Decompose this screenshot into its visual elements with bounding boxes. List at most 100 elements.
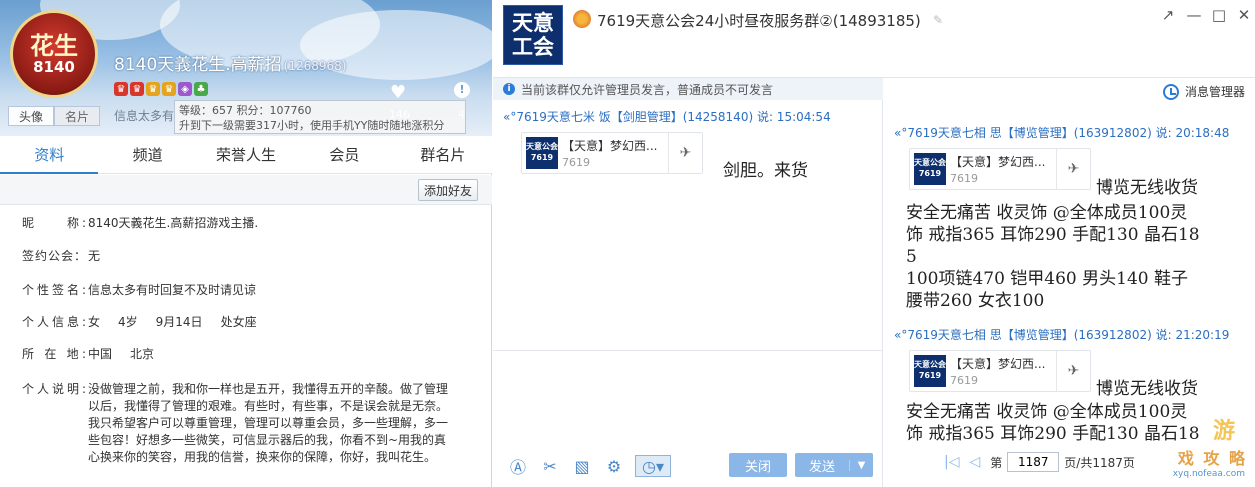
info-label: 个人信息:: [22, 315, 86, 329]
crown-gold-icon[interactable]: ♛: [162, 82, 176, 96]
message-header: «°7619天意七相 思【博览管理】(163912802) 说: 20:18:4…: [894, 126, 1230, 140]
airplane-icon[interactable]: ✈: [1056, 351, 1090, 391]
avatar[interactable]: 花生 8140: [10, 10, 98, 98]
tab-channel[interactable]: 频道: [98, 136, 196, 173]
crown-red-icon[interactable]: ♛: [130, 82, 144, 96]
card-title: 【天意】梦幻西...: [950, 357, 1046, 371]
signature-preview: 信息太多有: [114, 109, 175, 123]
info-label: 个人说明:: [22, 382, 86, 396]
info-description: 个人说明: 没做管理之前，我和你一样也是五开，我懂得五开的辛酸。做了管理以后，我…: [22, 381, 452, 466]
zodiac: 处女座: [220, 315, 257, 329]
tab-group-card[interactable]: 群名片: [394, 136, 492, 173]
page-total: 页/共1187页: [1064, 455, 1135, 470]
message-manager-label: 消息管理器: [1184, 85, 1245, 99]
info-guild: 签约公会： 无: [22, 248, 100, 265]
page-label: 第: [990, 455, 1003, 470]
chat-header: 天意 工会 7619天意公会24小时昼夜服务群②(14893185) ✎ ↗ —…: [493, 0, 1255, 78]
group-icon: [573, 10, 591, 28]
send-button[interactable]: 发送 ▼: [795, 453, 873, 477]
minimize-icon[interactable]: —: [1184, 6, 1204, 24]
card-subtitle: 7619: [950, 172, 978, 185]
chat-id: (14893185): [832, 12, 921, 30]
maximize-icon[interactable]: □: [1209, 6, 1229, 24]
avatar-text: 花生: [30, 31, 78, 60]
info-label: 个性签名:: [22, 283, 86, 297]
card-subtitle: 7619: [562, 156, 590, 169]
message-composer[interactable]: Ⓐ ✂ ▧ ⚙ ◷▾ 关闭 发送 ▼: [493, 350, 883, 487]
info-count: 4: [458, 108, 465, 121]
profile-name-text: 8140天義花生.高薪招: [114, 55, 282, 75]
share-icon[interactable]: ↗: [1158, 6, 1178, 24]
info-value: 女 4岁 9月14日 处女座: [88, 314, 257, 331]
message-line: 饰 戒指365 耳饰290 手配130 晶石18: [906, 225, 1200, 245]
chat-title: 7619天意公会24小时昼夜服务群②(14893185): [597, 10, 921, 31]
add-friend-button[interactable]: 添加好友: [418, 179, 478, 201]
tab-honor[interactable]: 荣誉人生: [197, 136, 295, 173]
message-manager-title[interactable]: 消息管理器: [1162, 83, 1245, 100]
page-input[interactable]: [1007, 452, 1060, 472]
composer-tools: Ⓐ ✂ ▧ ⚙ ◷▾: [507, 455, 671, 477]
tab-info[interactable]: 资料: [0, 136, 99, 174]
profile-header: 花生 8140 头像 名片 8140天義花生.高薪招 (1268968) ♛ ♛ …: [0, 0, 492, 136]
profile-name: 8140天義花生.高薪招 (1268968): [114, 50, 346, 75]
message-line: 5: [906, 247, 917, 267]
country: 中国: [88, 347, 113, 361]
heart-icon[interactable]: ♥: [390, 82, 406, 103]
message-body: 安全无痛苦 收灵饰 @全体成员100灵 饰 戒指365 耳饰290 手配130 …: [906, 202, 1252, 312]
first-page-icon[interactable]: |◁: [944, 454, 959, 470]
card-thumbnail: 天意公会 7619: [526, 137, 558, 169]
scissors-icon[interactable]: ✂: [539, 455, 561, 477]
info-location: 所 在 地: 中国 北京: [22, 346, 154, 363]
avatar-number: 8140: [33, 58, 75, 76]
airplane-icon[interactable]: ✈: [1056, 149, 1090, 189]
info-signature: 个性签名: 信息太多有时回复不及时请见谅: [22, 282, 256, 299]
close-button[interactable]: 关闭: [729, 453, 787, 477]
info-personal: 个人信息: 女 4岁 9月14日 处女座: [22, 314, 257, 331]
info-icon[interactable]: !: [454, 82, 470, 98]
tab-avatar-photo[interactable]: 头像: [8, 106, 54, 126]
share-card[interactable]: 天意公会 7619 【天意】梦幻西... 7619 ✈: [909, 148, 1091, 190]
chevron-down-icon[interactable]: ▼: [849, 459, 873, 471]
group-logo[interactable]: 天意 工会: [503, 5, 563, 65]
tab-member[interactable]: 会员: [295, 136, 393, 173]
info-label: 签约公会：: [22, 249, 86, 263]
airplane-icon[interactable]: ✈: [668, 133, 702, 173]
screenshot-icon[interactable]: ⚙: [603, 455, 625, 477]
message-header: «°7619天意七米 饭【剑胆管理】(14258140) 说: 15:04:54: [503, 110, 831, 124]
crown-gold-icon[interactable]: ♛: [146, 82, 160, 96]
prev-page-icon[interactable]: ◁: [969, 454, 980, 470]
info-label: 所 在 地:: [22, 347, 86, 361]
birthday: 9月14日: [155, 315, 203, 329]
watermark-url: xyq.nofeaa.com: [1172, 469, 1245, 479]
avatar-tabs: 头像 名片: [8, 106, 100, 126]
chat-title-text: 7619天意公会24小时昼夜服务群②: [597, 12, 833, 30]
font-icon[interactable]: Ⓐ: [507, 455, 529, 477]
shield-purple-icon[interactable]: ◈: [178, 82, 192, 96]
share-card[interactable]: 天意公会 7619 【天意】梦幻西... 7619 ✈: [909, 350, 1091, 392]
pager: |◁ ◁ 第 页/共1187页: [944, 452, 1135, 472]
profile-tabs: 资料 频道 荣誉人生 会员 群名片: [0, 136, 492, 174]
crown-red-icon[interactable]: ♛: [114, 82, 128, 96]
level-tooltip: 等级：657 积分：107760 升到下一级需要317小时，使用手机YY随时随地…: [174, 100, 466, 134]
message-header: «°7619天意七相 思【博览管理】(163912802) 说: 21:20:1…: [894, 328, 1230, 342]
image-icon[interactable]: ▧: [571, 455, 593, 477]
card-content: 【天意】梦幻西... 7619: [950, 351, 1056, 391]
speaker-icon[interactable]: ✎: [933, 13, 943, 27]
clock-icon: [1162, 83, 1179, 100]
info-value: 8140天義花生.高薪招游戏主播.: [88, 216, 259, 230]
thumb-text: 天意公会: [914, 158, 946, 167]
heart-count: 146: [389, 108, 410, 121]
send-label: 发送: [808, 459, 835, 475]
history-icon[interactable]: ◷▾: [635, 455, 671, 477]
chat-messages[interactable]: «°7619天意七米 饭【剑胆管理】(14258140) 说: 15:04:54…: [493, 100, 883, 350]
tab-avatar-card[interactable]: 名片: [54, 106, 100, 126]
watermark-line1: 游: [1212, 419, 1235, 444]
leaf-green-icon[interactable]: ♣: [194, 82, 208, 96]
close-icon[interactable]: ✕: [1234, 6, 1254, 24]
level-tooltip-line2: 升到下一级需要317小时，使用手机YY随时随地涨积分: [179, 119, 445, 132]
card-thumbnail: 天意公会 7619: [914, 153, 946, 185]
chat-window: 天意 工会 7619天意公会24小时昼夜服务群②(14893185) ✎ ↗ —…: [493, 0, 1255, 487]
card-thumbnail: 天意公会 7619: [914, 355, 946, 387]
share-card[interactable]: 天意公会 7619 【天意】梦幻西... 7619 ✈: [521, 132, 703, 174]
watermark-line2: 戏 攻 略: [1177, 449, 1247, 468]
